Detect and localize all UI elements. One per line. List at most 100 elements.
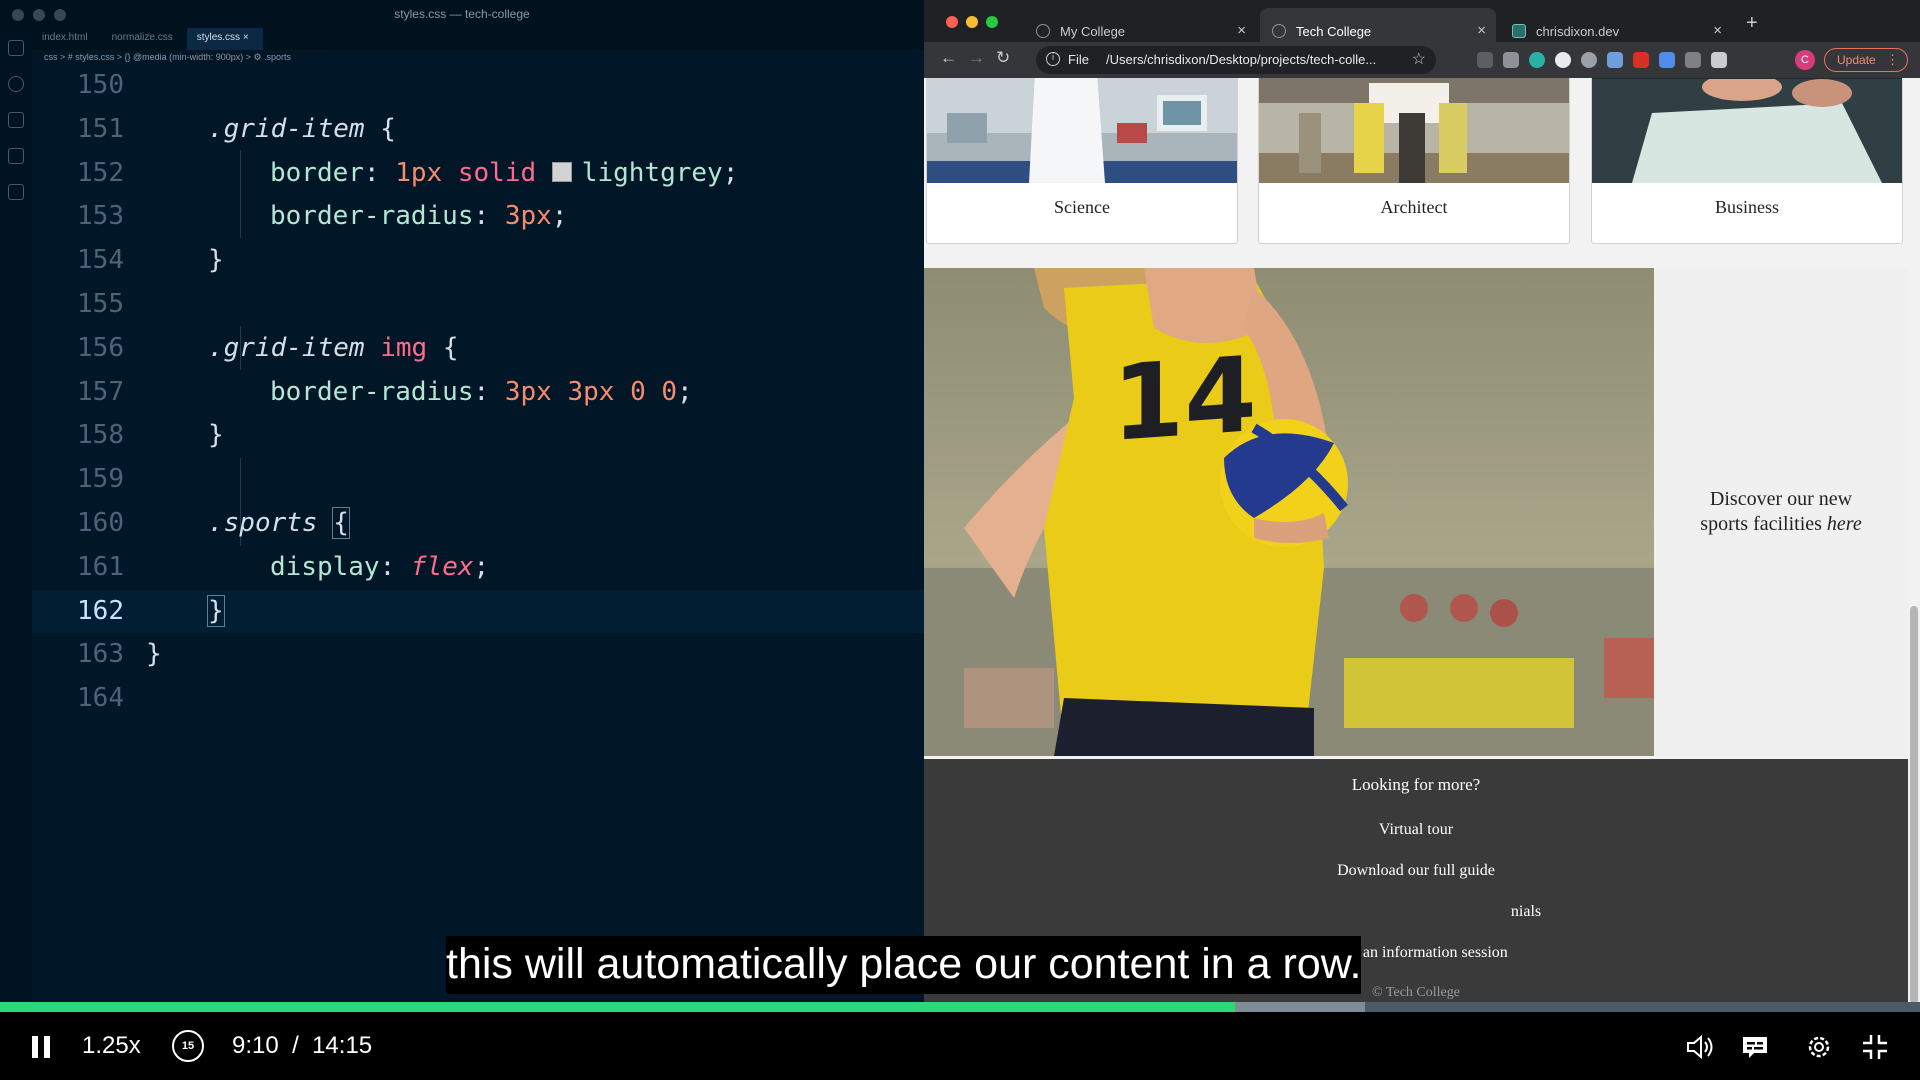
sports-here-link[interactable]: here	[1827, 513, 1862, 535]
css-number: 3px	[504, 376, 552, 407]
tab-styles-css[interactable]: styles.css ×	[186, 28, 263, 50]
code-area[interactable]: 150 151 .grid-item { 152 border: 1px solid…	[32, 64, 924, 721]
settings-gear-icon[interactable]	[1804, 1032, 1834, 1062]
css-property: border-radius	[270, 376, 474, 407]
time-separator: /	[292, 1032, 299, 1059]
profile-avatar[interactable]: C	[1795, 50, 1815, 70]
address-bar[interactable]: i File /Users/chrisdixon/Desktop/project…	[1036, 46, 1436, 74]
line-number: 155	[77, 288, 124, 319]
extension-icon[interactable]	[1555, 52, 1571, 68]
grid-item-business[interactable]: Business	[1591, 78, 1903, 244]
code-punct: ;	[722, 157, 739, 188]
business-meeting-image	[1592, 78, 1902, 183]
close-tab-icon[interactable]: ×	[1713, 22, 1722, 39]
css-number: 3px	[567, 376, 615, 407]
footer-link-virtual-tour[interactable]: Virtual tour	[924, 821, 1908, 839]
css-value: flex	[410, 551, 474, 582]
code-line: 150	[32, 64, 924, 108]
update-button[interactable]: Update ⋮	[1824, 48, 1908, 72]
css-selector: .grid-item	[208, 113, 365, 144]
react-extension-icon[interactable]	[1581, 52, 1597, 68]
browser-window: My College × Tech College × chrisdixon.d…	[924, 0, 1920, 1004]
code-punct: {	[364, 113, 396, 144]
close-tab-icon[interactable]: ×	[1477, 22, 1486, 39]
line-number: 154	[77, 245, 124, 276]
browser-toolbar: ← → ↻ i File /Users/chrisdixon/Desktop/p…	[924, 42, 1920, 78]
volume-icon[interactable]	[1684, 1032, 1714, 1062]
color-swatch-icon[interactable]	[551, 161, 572, 182]
line-number: 161	[77, 551, 124, 582]
code-line: 154}	[32, 239, 924, 283]
page-viewport[interactable]: Science Architect Business 14 Discover o…	[924, 78, 1920, 1004]
line-number: 151	[77, 113, 124, 144]
zoom-window-button[interactable]	[986, 16, 998, 28]
search-icon[interactable]	[8, 76, 24, 92]
grid-item-label: Business	[1714, 197, 1779, 217]
code-line: 157 border-radius: 3px 3px 0 0;	[32, 371, 924, 415]
vue-extension-icon[interactable]	[1503, 52, 1519, 68]
puzzle-extensions-icon[interactable]	[1711, 52, 1727, 68]
editor-tabs: index.html normalize.css styles.css ×	[32, 28, 924, 50]
close-tab-icon[interactable]: ×	[243, 32, 249, 43]
footer-link-guide[interactable]: Download our full guide	[924, 862, 1908, 880]
css-property: border-radius	[270, 201, 474, 232]
grid-item-science[interactable]: Science	[926, 78, 1238, 244]
pause-bar-icon	[44, 1036, 50, 1058]
reload-icon[interactable]: ↻	[996, 48, 1010, 68]
site-favicon-icon	[1512, 24, 1526, 38]
extension-icon[interactable]	[1607, 52, 1623, 68]
played-bar	[0, 1002, 1235, 1012]
close-tab-icon[interactable]: ×	[1237, 22, 1246, 39]
address-scheme: File	[1068, 52, 1089, 67]
bookmark-star-icon[interactable]: ☆	[1412, 49, 1426, 69]
forward-arrow-icon[interactable]: →	[968, 48, 985, 68]
extension-icon[interactable]	[1659, 52, 1675, 68]
update-label: Update	[1837, 53, 1876, 67]
source-control-icon[interactable]	[8, 112, 24, 128]
css-property: display	[270, 551, 380, 582]
page-scrollbar[interactable]	[1910, 606, 1918, 1004]
grid-item-architect[interactable]: Architect	[1258, 78, 1570, 244]
breadcrumb: css > # styles.css > {} @media (min-widt…	[44, 52, 292, 62]
explorer-icon[interactable]	[8, 40, 24, 56]
video-progress-bar[interactable]	[0, 1002, 1920, 1012]
pen-extension-icon[interactable]	[1477, 52, 1493, 68]
playback-speed-button[interactable]: 1.25x	[82, 1032, 141, 1060]
close-window-button[interactable]	[946, 16, 958, 28]
back-arrow-icon[interactable]: ←	[940, 48, 957, 68]
css-keyword: solid	[457, 157, 537, 188]
sports-section: 14 Discover our new sports facilities he…	[924, 268, 1908, 756]
css-number: 1px	[395, 157, 443, 188]
captions-icon[interactable]	[1740, 1032, 1770, 1062]
tab-index-html[interactable]: index.html	[32, 28, 102, 50]
css-selector: .grid-item	[208, 332, 365, 363]
line-number: 153	[77, 201, 124, 232]
exit-fullscreen-icon[interactable]	[1860, 1032, 1890, 1062]
extension-icon[interactable]	[1529, 52, 1545, 68]
new-tab-button[interactable]: +	[1746, 12, 1758, 35]
browser-tab-chrisdixon[interactable]: chrisdixon.dev ×	[1500, 8, 1732, 42]
line-number: 159	[77, 464, 124, 495]
info-icon[interactable]: i	[1046, 52, 1060, 66]
rewind-15-button[interactable]: 15	[172, 1030, 204, 1062]
total-time: 14:15	[312, 1032, 373, 1059]
browser-tab-tech-college[interactable]: Tech College ×	[1260, 8, 1496, 42]
code-line: 164	[32, 677, 924, 721]
debug-icon[interactable]	[8, 148, 24, 164]
css-selector: .sports	[208, 507, 318, 538]
browser-tab-label: Tech College	[1296, 24, 1372, 39]
browser-tab-my-college[interactable]: My College ×	[1024, 8, 1256, 42]
extension-icon[interactable]	[1633, 52, 1649, 68]
minimize-window-button[interactable]	[966, 16, 978, 28]
code-brace: }	[208, 420, 224, 451]
science-lab-image	[927, 78, 1237, 183]
sports-text-line1: Discover our new	[1709, 488, 1853, 510]
footer-heading: Looking for more?	[1351, 775, 1481, 794]
pause-button[interactable]	[32, 1036, 50, 1058]
extension-icon[interactable]	[1685, 52, 1701, 68]
css-value: lightgrey	[581, 157, 723, 188]
tab-normalize-css[interactable]: normalize.css	[102, 28, 187, 50]
extensions-icon[interactable]	[8, 184, 24, 200]
kebab-menu-icon[interactable]: ⋮	[1886, 52, 1899, 68]
footer-link-testimonials[interactable]: nials	[1144, 903, 1908, 921]
